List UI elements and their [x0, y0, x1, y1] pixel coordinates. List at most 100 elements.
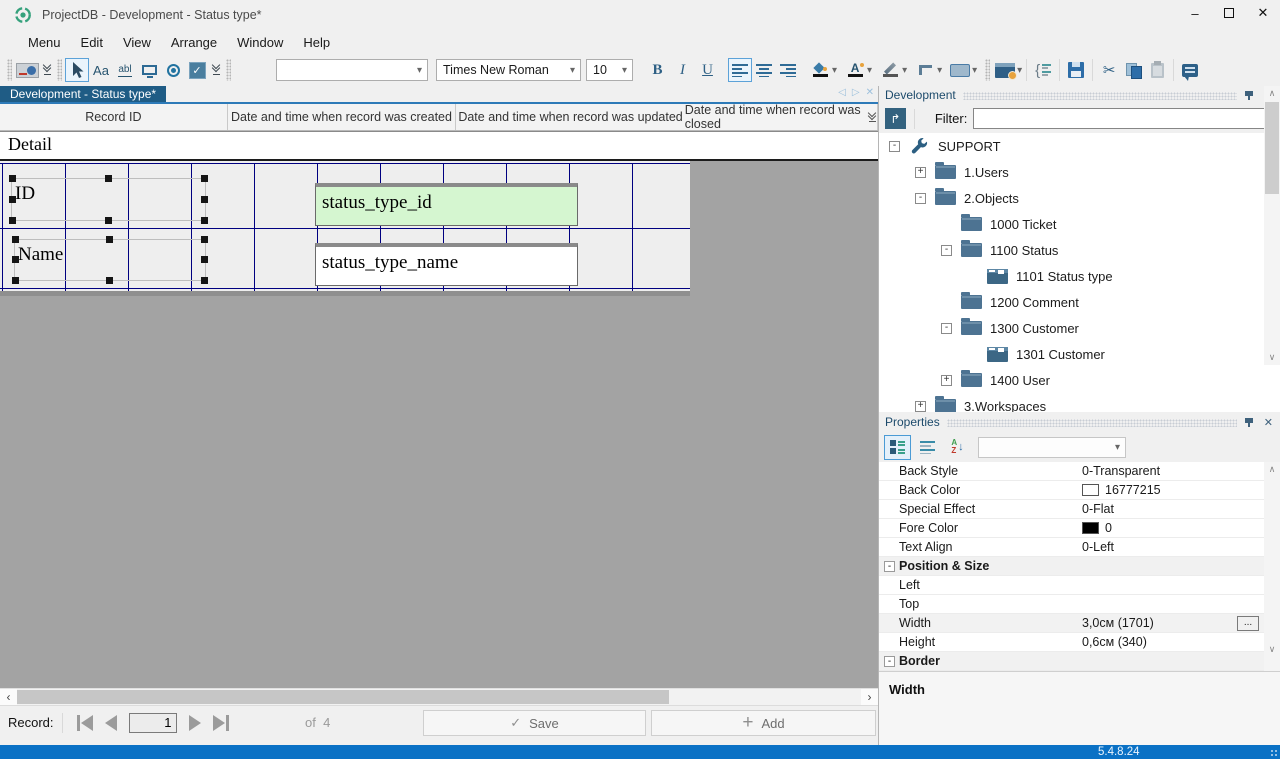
tab-next-button[interactable]: ▷ [852, 87, 860, 98]
column-header[interactable]: Date and time when record was updated [456, 104, 684, 130]
previous-record-button[interactable] [99, 714, 123, 731]
pin-icon[interactable] [1244, 417, 1254, 428]
form-region[interactable]: ID status_type_id Name status_type_name [0, 161, 690, 296]
property-row[interactable]: Special Effect 0-Flat ... [879, 500, 1265, 519]
status-type-id-field[interactable]: status_type_id [315, 183, 578, 226]
selection-handle[interactable] [201, 236, 208, 243]
tree-expander[interactable] [889, 140, 900, 152]
border-style-button[interactable] [913, 58, 937, 82]
cut-button[interactable]: ✂ [1097, 58, 1121, 82]
tree-item[interactable]: 1101 Status type [879, 263, 1280, 289]
form-image-tool-button[interactable] [15, 58, 40, 82]
menu-item[interactable]: Arrange [161, 33, 227, 52]
style-combo[interactable]: ▾ [276, 59, 428, 81]
ellipsis-button[interactable]: ... [1237, 615, 1259, 631]
selection-handle[interactable] [12, 236, 19, 243]
detail-band-header[interactable]: Detail [0, 131, 878, 161]
scrollbar-thumb[interactable] [17, 690, 669, 704]
selection-handle[interactable] [201, 256, 208, 263]
property-value-cell[interactable]: 0-Left ... [1082, 540, 1265, 554]
record-number-input[interactable] [128, 712, 177, 733]
tree-item[interactable]: 1400 User [879, 367, 1280, 393]
minimize-button[interactable]: – [1178, 0, 1212, 26]
border-style-dropdown[interactable]: ▾ [937, 65, 942, 76]
menu-item[interactable]: View [113, 33, 161, 52]
tree-item[interactable]: 1.Users [879, 159, 1280, 185]
property-row[interactable]: Back Color 16777215 ... [879, 481, 1265, 500]
menu-item[interactable]: Help [293, 33, 340, 52]
tree-expander[interactable] [941, 244, 952, 256]
menu-item[interactable]: Edit [71, 33, 113, 52]
sort-az-button[interactable]: A Z ↓ [944, 435, 971, 460]
selection-handle[interactable] [106, 236, 113, 243]
scroll-left-button[interactable]: ‹ [0, 689, 17, 705]
property-row[interactable]: Border ... [879, 652, 1265, 671]
save-button[interactable] [1064, 58, 1088, 82]
selection-handle[interactable] [106, 277, 113, 284]
filter-input[interactable] [973, 108, 1280, 129]
tree-expander[interactable] [915, 400, 926, 412]
toolbar-grip[interactable] [7, 59, 12, 81]
selection-handle[interactable] [9, 217, 16, 224]
property-value-cell[interactable]: 3,0см (1701) ... [1082, 615, 1265, 631]
column-header[interactable]: Record ID [0, 104, 228, 130]
checkbox-tool-button[interactable]: ✓ [185, 58, 209, 82]
property-row[interactable]: Back Style 0-Transparent ... [879, 462, 1265, 481]
tree-item[interactable]: SUPPORT [879, 133, 1280, 159]
toolbar-grip[interactable] [985, 59, 991, 81]
underline-button[interactable]: U [695, 58, 720, 82]
save-record-button[interactable]: ✓ Save [423, 710, 646, 736]
tree-expander[interactable] [915, 166, 926, 178]
label-tool-button[interactable]: Aa [89, 58, 113, 82]
tab-close-button[interactable]: ✕ [866, 87, 874, 98]
categorized-view-button[interactable] [884, 434, 911, 460]
first-record-button[interactable] [71, 714, 99, 731]
align-right-button[interactable] [776, 58, 800, 82]
properties-panel-header[interactable]: Properties ✕ [879, 412, 1280, 432]
selection-handle[interactable] [201, 277, 208, 284]
selection-handle[interactable] [201, 175, 208, 182]
group-collapse-icon[interactable] [884, 561, 895, 572]
font-color-dropdown[interactable]: ▾ [867, 65, 872, 76]
property-value-cell[interactable]: 16777215 ... [1082, 483, 1265, 497]
pointer-tool-button[interactable] [65, 58, 89, 82]
next-record-button[interactable] [183, 714, 207, 731]
scroll-down-button[interactable]: ∨ [1264, 642, 1280, 657]
property-value-cell[interactable]: 0,6см (340) ... [1082, 635, 1265, 649]
tree-expander[interactable] [941, 374, 952, 386]
font-name-combo[interactable]: Times New Roman ▾ [436, 59, 581, 81]
name-label-selection[interactable]: Name [12, 236, 208, 284]
italic-button[interactable]: I [670, 58, 695, 82]
property-row[interactable]: Left ... [879, 576, 1265, 595]
tree-item[interactable]: 1301 Customer [879, 341, 1280, 367]
group-collapse-icon[interactable] [884, 656, 895, 667]
scroll-up-button[interactable]: ∧ [1264, 462, 1280, 477]
form-designer-canvas[interactable]: ID status_type_id Name status_type_name [0, 161, 878, 688]
property-row[interactable]: Position & Size ... [879, 557, 1265, 576]
outline-button[interactable]: { [1031, 58, 1055, 82]
tree-item[interactable]: 1300 Customer [879, 315, 1280, 341]
development-panel-header[interactable]: Development ✕ [879, 86, 1280, 104]
align-left-button[interactable] [728, 58, 752, 82]
selection-handle[interactable] [12, 256, 19, 263]
toolbar-grip[interactable] [57, 59, 62, 81]
scroll-right-button[interactable]: › [861, 689, 878, 705]
property-row[interactable]: Text Align 0-Left ... [879, 538, 1265, 557]
id-label-selection[interactable]: ID [9, 175, 208, 224]
tree-expander[interactable] [941, 322, 952, 334]
column-overflow[interactable] [862, 104, 878, 131]
selection-handle[interactable] [104, 217, 112, 224]
alphabetical-view-button[interactable] [914, 435, 941, 460]
tree-expander[interactable] [915, 192, 926, 204]
selection-handle[interactable] [201, 195, 208, 203]
property-row[interactable]: Height 0,6см (340) ... [879, 633, 1265, 652]
form-view-dropdown[interactable]: ▾ [1017, 65, 1022, 76]
fill-color-button[interactable] [808, 58, 832, 82]
property-row[interactable]: Top ... [879, 595, 1265, 614]
tree-scrollbar[interactable]: ∧ ∨ [1264, 86, 1280, 365]
property-value-cell[interactable]: 0-Flat ... [1082, 502, 1265, 516]
column-header[interactable]: Date and time when record was created [228, 104, 457, 130]
property-row[interactable]: Width 3,0см (1701) ... [879, 614, 1265, 633]
font-size-combo[interactable]: 10 ▾ [586, 59, 633, 81]
shape-dropdown[interactable]: ▾ [972, 65, 977, 76]
